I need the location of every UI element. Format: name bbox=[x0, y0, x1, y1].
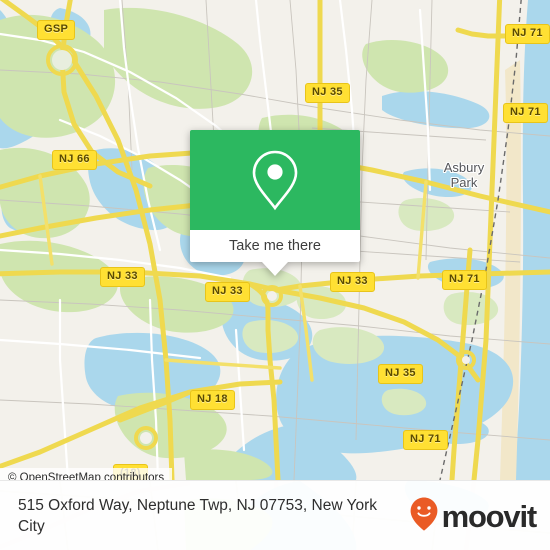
map-canvas[interactable]: .w{fill:#AAD7EC} .p{fill:#CFE5AF} .pl{fi… bbox=[0, 0, 550, 480]
take-me-there-label: Take me there bbox=[229, 238, 321, 254]
road-shield-nj-35-south[interactable]: NJ 35 bbox=[378, 364, 423, 384]
moovit-logo[interactable]: moovit bbox=[410, 497, 538, 536]
road-shield-nj-35-north[interactable]: NJ 35 bbox=[305, 83, 350, 103]
road-shield-nj-71-upper[interactable]: NJ 71 bbox=[503, 103, 548, 123]
place-label-line2: Park bbox=[450, 175, 478, 190]
road-shield-nj-71-topright[interactable]: NJ 71 bbox=[505, 24, 550, 44]
road-shield-nj-33-west[interactable]: NJ 33 bbox=[100, 267, 145, 287]
location-callout-card[interactable]: Take me there bbox=[190, 130, 360, 276]
address-text: 515 Oxford Way, Neptune Twp, NJ 07753, N… bbox=[18, 497, 377, 535]
moovit-map-page: .w{fill:#AAD7EC} .p{fill:#CFE5AF} .pl{fi… bbox=[0, 0, 550, 550]
place-label-asbury-park: Asbury Park bbox=[424, 160, 504, 190]
road-shield-nj-66[interactable]: NJ 66 bbox=[52, 150, 97, 170]
road-shield-nj-71-mid[interactable]: NJ 71 bbox=[442, 270, 487, 290]
map-attribution[interactable]: © OpenStreetMap contributors bbox=[0, 468, 173, 481]
take-me-there-button[interactable]: Take me there bbox=[190, 230, 360, 262]
place-label-line1: Asbury bbox=[443, 160, 485, 175]
footer-bar: 515 Oxford Way, Neptune Twp, NJ 07753, N… bbox=[0, 480, 550, 550]
map-pin-icon bbox=[251, 149, 299, 211]
road-shield-gsp[interactable]: GSP bbox=[37, 20, 76, 40]
road-shield-nj-71-south[interactable]: NJ 71 bbox=[403, 430, 448, 450]
moovit-wordmark: moovit bbox=[441, 498, 538, 534]
attribution-text: © OpenStreetMap contributors bbox=[8, 471, 165, 481]
callout-pin-panel bbox=[190, 130, 360, 230]
moovit-smiley-pin-icon bbox=[410, 497, 438, 536]
road-shield-nj-33-east[interactable]: NJ 33 bbox=[330, 272, 375, 292]
road-shield-nj-18[interactable]: NJ 18 bbox=[190, 390, 235, 410]
callout-pointer bbox=[262, 262, 288, 276]
road-shield-nj-33-center[interactable]: NJ 33 bbox=[205, 282, 250, 302]
